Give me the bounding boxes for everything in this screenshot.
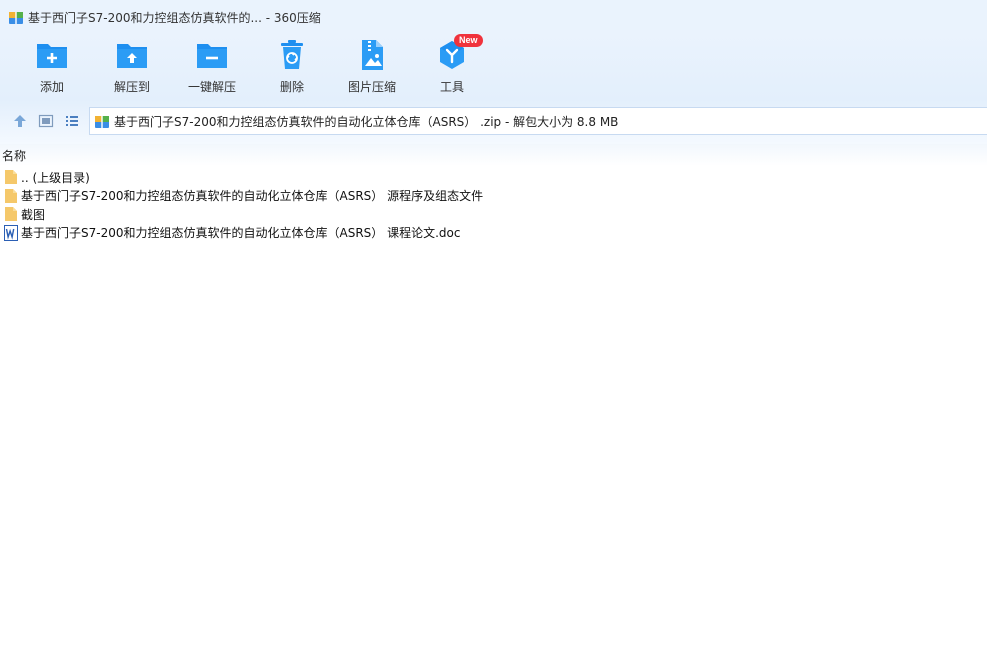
- address-row: 基于西门子S7-200和力控组态仿真软件的自动化立体仓库（ASRS） .zip …: [0, 100, 987, 144]
- one-click-extract-label: 一键解压: [187, 80, 236, 94]
- address-bar[interactable]: 基于西门子S7-200和力控组态仿真软件的自动化立体仓库（ASRS） .zip …: [89, 107, 987, 135]
- add-folder-icon: [37, 44, 67, 68]
- image-compress-label: 图片压缩: [347, 80, 396, 94]
- one-click-extract-icon: [197, 44, 227, 68]
- list-view-icon[interactable]: [64, 113, 80, 129]
- tools-button[interactable]: New 工具: [416, 34, 488, 96]
- extract-to-icon: [117, 44, 147, 68]
- folder-icon: [5, 170, 17, 185]
- tools-label: 工具: [439, 80, 464, 94]
- extract-to-button[interactable]: 解压到: [96, 38, 168, 96]
- file-name: 基于西门子S7-200和力控组态仿真软件的自动化立体仓库（ASRS） 源程序及组…: [21, 189, 484, 204]
- list-item-parent-dir[interactable]: .. (上级目录): [0, 168, 987, 187]
- list-item[interactable]: 基于西门子S7-200和力控组态仿真软件的自动化立体仓库（ASRS） 课程论文.…: [0, 224, 987, 243]
- delete-button[interactable]: 删除: [256, 38, 328, 96]
- image-compress-icon: [362, 40, 383, 70]
- file-name: 截图: [21, 207, 46, 222]
- file-name: 基于西门子S7-200和力控组态仿真软件的自动化立体仓库（ASRS） 课程论文.…: [21, 226, 461, 241]
- address-text: 基于西门子S7-200和力控组态仿真软件的自动化立体仓库（ASRS） .zip …: [114, 114, 619, 129]
- app-archive-icon: [9, 12, 23, 24]
- folder-icon: [5, 188, 17, 203]
- thumbnail-view-icon[interactable]: [38, 113, 54, 129]
- add-button[interactable]: 添加: [16, 38, 88, 96]
- delete-label: 删除: [279, 80, 304, 94]
- list-item[interactable]: 基于西门子S7-200和力控组态仿真软件的自动化立体仓库（ASRS） 源程序及组…: [0, 187, 987, 206]
- one-click-extract-button[interactable]: 一键解压: [176, 38, 248, 96]
- new-badge: New: [454, 34, 483, 47]
- word-document-icon: [4, 224, 18, 241]
- column-header-name[interactable]: 名称: [0, 144, 987, 166]
- toolbar: 添加 解压到 一键解压 删除 图片压缩 New 工具: [0, 34, 987, 100]
- trash-icon: [281, 40, 303, 69]
- title-bar: 基于西门子S7-200和力控组态仿真软件的... - 360压缩: [0, 0, 987, 34]
- add-label: 添加: [39, 80, 64, 94]
- archive-icon: [95, 116, 109, 128]
- up-arrow-icon[interactable]: [12, 113, 28, 129]
- list-item[interactable]: 截图: [0, 205, 987, 224]
- extract-to-label: 解压到: [113, 80, 150, 94]
- image-compress-button[interactable]: 图片压缩: [336, 38, 408, 96]
- file-name: .. (上级目录): [21, 170, 90, 185]
- column-header-label: 名称: [2, 148, 27, 163]
- folder-icon: [5, 207, 17, 222]
- file-list: .. (上级目录) 基于西门子S7-200和力控组态仿真软件的自动化立体仓库（A…: [0, 168, 987, 242]
- window-title: 基于西门子S7-200和力控组态仿真软件的... - 360压缩: [28, 10, 321, 25]
